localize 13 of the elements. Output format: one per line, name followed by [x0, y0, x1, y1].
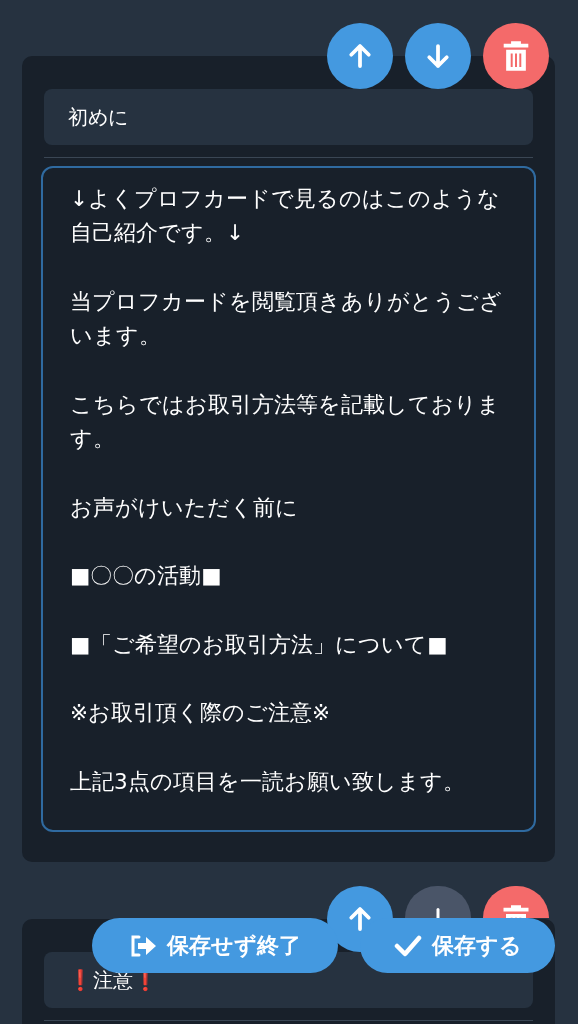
- paragraph: こちらではお取引方法等を記載しております。: [70, 390, 501, 454]
- paragraph: ※お取引頂く際のご注意※: [70, 699, 332, 728]
- paragraph: 当プロフカードを閲覧頂きありがとうございます。: [70, 287, 503, 351]
- title-field[interactable]: 初めに: [44, 89, 533, 145]
- paragraph: ■〇〇の活動■: [70, 562, 223, 591]
- check-icon: [393, 933, 422, 958]
- paragraph: お声がけいただく前に: [70, 493, 299, 522]
- trash-icon: [501, 40, 531, 72]
- exit-icon: [129, 933, 157, 958]
- text-area[interactable]: ↓よくプロフカードで見るのはこのような自己紹介です。↓ 当プロフカードを閲覧頂きありがとうございます。 こちらではお取引方法等を記載しております。 お声がけいただく前に ■〇〇の活動■ ■「ご希望のお取引方法」について■ ※お取引頂く際のご注意※ 上記3点の項目を一読お願い致します。: [41, 166, 536, 832]
- paragraph: 上記3点の項目を一読お願い致します。: [70, 768, 466, 797]
- paragraph: ↓よくプロフカードで見るのはこのような自己紹介です。↓: [70, 185, 501, 248]
- paragraph: ■「ご希望のお取引方法」について■: [70, 630, 449, 659]
